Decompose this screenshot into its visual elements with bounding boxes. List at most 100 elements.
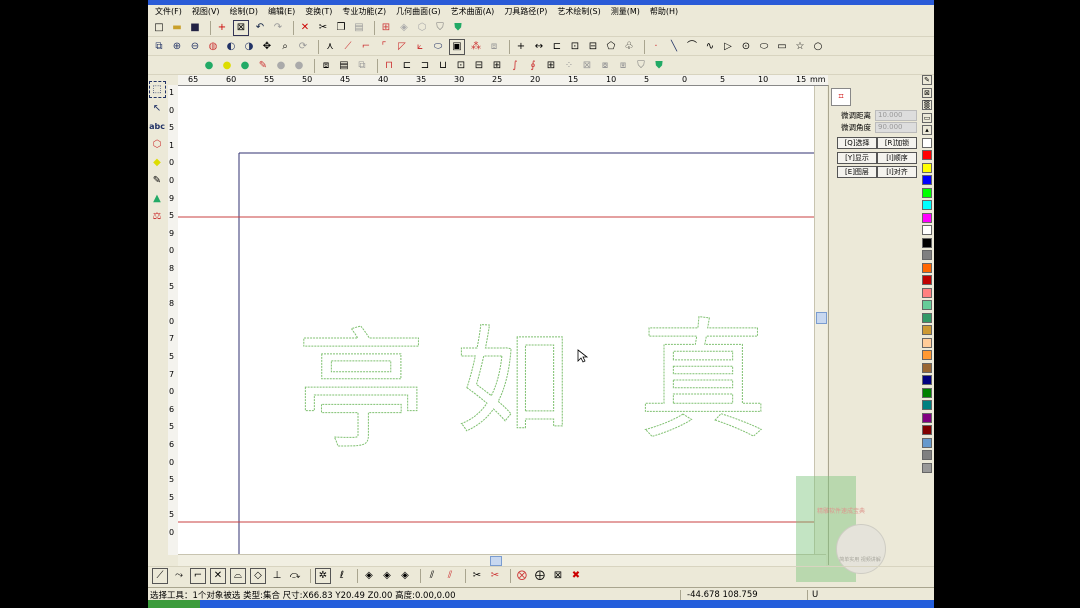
color-swatch[interactable]: [922, 137, 932, 148]
color-swatch[interactable]: [922, 362, 932, 373]
color-swatch[interactable]: [922, 150, 932, 160]
layers-icon[interactable]: ⧈: [319, 59, 333, 73]
frame-top-icon[interactable]: ⊓: [382, 59, 396, 73]
color-swatch[interactable]: [922, 462, 932, 473]
layer-icon[interactable]: ◈: [397, 21, 411, 35]
group-icon[interactable]: ⧈: [487, 40, 501, 54]
menu-geom-surface[interactable]: 几何曲面(G): [391, 5, 445, 18]
menu-transform[interactable]: 变换(T): [300, 5, 337, 18]
palette-tool-icon[interactable]: ✎: [922, 75, 932, 85]
color-swatch[interactable]: [922, 287, 932, 298]
point-icon[interactable]: +: [514, 40, 528, 54]
new-file-icon[interactable]: □: [152, 21, 166, 35]
line-icon[interactable]: ╲: [667, 40, 681, 54]
corner-icon[interactable]: ⌐: [359, 40, 373, 54]
color-swatch[interactable]: [922, 162, 932, 173]
color-swatch[interactable]: [922, 200, 932, 210]
mesh-c-icon[interactable]: ⧆: [616, 59, 630, 73]
extend-icon[interactable]: ⟀: [413, 40, 427, 54]
light-green-icon[interactable]: ●: [238, 59, 252, 73]
light-bulb-icon[interactable]: ●: [202, 59, 216, 73]
color-swatch[interactable]: [922, 437, 932, 448]
knife-color-icon[interactable]: ⫽: [443, 569, 457, 583]
show-button[interactable]: [Y]显示: [837, 152, 877, 164]
palette-tool-icon[interactable]: ⊠: [922, 87, 932, 98]
vertical-scroll-thumb[interactable]: [816, 312, 827, 324]
arc-icon[interactable]: ⌒: [685, 40, 699, 54]
shape-tool-icon[interactable]: ⬡: [150, 137, 165, 152]
save-icon[interactable]: ■: [188, 21, 202, 35]
frame-stack-icon[interactable]: ⊟: [472, 59, 486, 73]
light-yellow-icon[interactable]: ●: [220, 59, 234, 73]
diamond-b-icon[interactable]: ◈: [380, 569, 394, 583]
corner-edit-icon[interactable]: ⌐: [190, 568, 206, 584]
scissor-node-icon[interactable]: ✂: [470, 569, 484, 583]
color-swatch[interactable]: [922, 387, 932, 398]
menu-draw[interactable]: 绘制(D): [225, 5, 263, 18]
curve-icon[interactable]: ∫: [508, 59, 522, 73]
mesh-a-icon[interactable]: ⊠: [580, 59, 594, 73]
frame-right-icon[interactable]: ⊐: [418, 59, 432, 73]
menu-file[interactable]: 文件(F): [150, 5, 187, 18]
color-swatch[interactable]: [922, 187, 932, 198]
node-smooth-icon[interactable]: ℓ: [335, 569, 349, 583]
node-tool-icon[interactable]: ↖: [150, 101, 165, 116]
color-swatch[interactable]: [922, 225, 932, 235]
color-swatch[interactable]: [922, 262, 932, 273]
delete-icon[interactable]: ✕: [298, 21, 312, 35]
layer-button[interactable]: [E]图层: [837, 166, 877, 178]
mirror-icon[interactable]: ⊟: [586, 40, 600, 54]
cut-icon[interactable]: ✂: [316, 21, 330, 35]
diamond-a-icon[interactable]: ◈: [362, 569, 376, 583]
color-swatch[interactable]: [922, 337, 932, 348]
frame-center-icon[interactable]: ⊡: [454, 59, 468, 73]
chamfer-icon[interactable]: ◸: [395, 40, 409, 54]
ellipse-icon[interactable]: ⬭: [757, 40, 771, 54]
bezier-icon[interactable]: ⤳: [172, 569, 186, 583]
circle-edit-icon[interactable]: ◇: [250, 568, 266, 584]
frame-icon[interactable]: ▣: [449, 38, 465, 55]
align-icon[interactable]: ⊏: [550, 40, 564, 54]
fillet-icon[interactable]: ⌜: [377, 40, 391, 54]
node-edit-icon[interactable]: ⋏: [323, 40, 337, 54]
pen-tool-icon[interactable]: ✎: [150, 173, 165, 188]
color-swatch[interactable]: [922, 237, 932, 248]
tangent-icon[interactable]: ⤼: [288, 569, 302, 583]
drawing-canvas[interactable]: 亭 如 真: [178, 86, 814, 554]
scissor-node-2-icon[interactable]: ✂: [488, 569, 502, 583]
ruler-tool-icon[interactable]: ◆: [150, 155, 165, 170]
color-swatch[interactable]: [922, 325, 932, 335]
zoom-window-icon[interactable]: ⧉: [152, 40, 166, 54]
color-swatch[interactable]: [922, 375, 932, 385]
node-point-icon[interactable]: ✲: [315, 568, 331, 584]
spline-icon[interactable]: ∿: [703, 40, 717, 54]
perpendicular-icon[interactable]: ⊥: [270, 569, 284, 583]
open-folder-icon[interactable]: ▬: [170, 21, 184, 35]
shield-color-icon[interactable]: ⛊: [652, 59, 666, 73]
rotate-view-icon[interactable]: ⟳: [296, 40, 310, 54]
light-gray-icon[interactable]: ●: [274, 59, 288, 73]
glyph-zhen[interactable]: 真: [638, 305, 769, 458]
grid-icon[interactable]: ⊞: [379, 21, 393, 35]
select-box-icon[interactable]: ⊠: [233, 19, 249, 36]
color-swatch[interactable]: [922, 412, 932, 423]
line-edit-icon[interactable]: ⟋: [152, 568, 168, 584]
zoom-prev-icon[interactable]: ◑: [242, 40, 256, 54]
zoom-out-icon[interactable]: ⊖: [188, 40, 202, 54]
box-icon[interactable]: ⊡: [568, 40, 582, 54]
trim-icon[interactable]: ⟋: [341, 40, 355, 54]
offset-icon[interactable]: ⬭: [431, 40, 445, 54]
fine-distance-input[interactable]: 10.000: [875, 110, 917, 121]
measure-tool-icon[interactable]: ⚖: [150, 209, 165, 224]
glyph-ting[interactable]: 亭: [296, 315, 427, 468]
frame-bottom-icon[interactable]: ⊔: [436, 59, 450, 73]
edit-mesh-icon[interactable]: ⧉: [355, 59, 369, 73]
rectangle-icon[interactable]: ▭: [775, 40, 789, 54]
color-swatch[interactable]: [922, 450, 932, 460]
color-swatch[interactable]: [922, 300, 932, 310]
lock-button[interactable]: [R]加锁: [877, 137, 917, 149]
menu-edit[interactable]: 编辑(E): [263, 5, 300, 18]
shape-icon[interactable]: ⬠: [604, 40, 618, 54]
horizontal-scroll-thumb[interactable]: [490, 556, 502, 566]
menu-art-draw[interactable]: 艺术绘制(S): [552, 5, 605, 18]
